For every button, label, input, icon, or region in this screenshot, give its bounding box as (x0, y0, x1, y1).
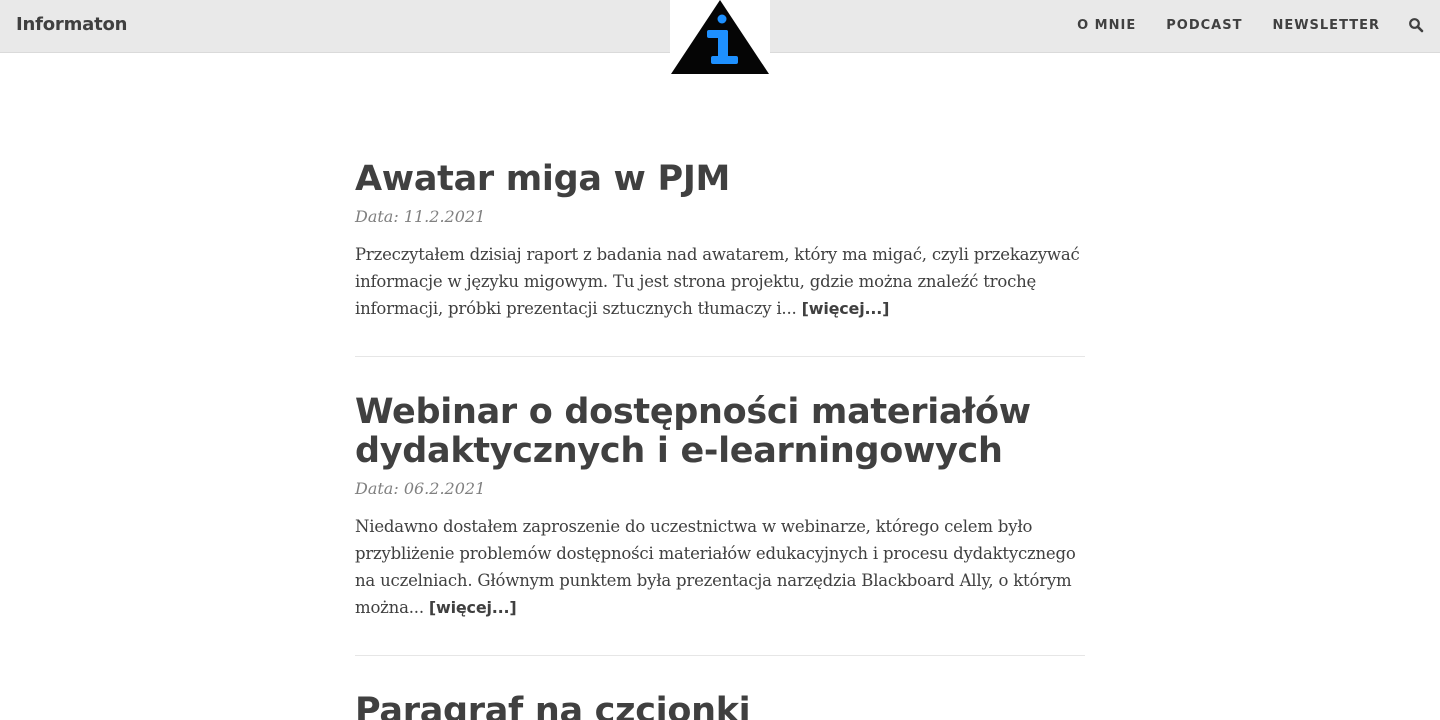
nav-link-o-mnie[interactable]: O MNIE (1077, 18, 1136, 33)
info-triangle-logo-icon (671, 0, 769, 74)
post-date: Data: 06.2.2021 (355, 479, 486, 498)
post-title[interactable]: Paragraf na czcionki (355, 692, 1085, 720)
read-more-link[interactable]: [więcej...] (802, 299, 890, 318)
site-logo[interactable] (670, 0, 770, 76)
search-icon (1409, 18, 1424, 33)
post-list: Awatar miga w PJM Data: 11.2.2021 Przecz… (355, 160, 1085, 720)
post-excerpt: Niedawno dostałem zaproszenie do uczestn… (355, 513, 1085, 655)
main-nav: O MNIE PODCAST NEWSLETTER (1077, 18, 1380, 33)
post-title[interactable]: Webinar o dostępności materiałów dydakty… (355, 393, 1085, 471)
post-preview: Awatar miga w PJM Data: 11.2.2021 Przecz… (355, 160, 1085, 357)
search-button[interactable] (1408, 17, 1424, 33)
post-date: Data: 11.2.2021 (355, 207, 486, 226)
post-preview: Paragraf na czcionki (355, 692, 1085, 720)
read-more-link[interactable]: [więcej...] (429, 598, 517, 617)
brand-link[interactable]: Informaton (16, 14, 127, 35)
navbar: Informaton O MNIE PODCAST NEWSLETTER (0, 0, 1440, 76)
nav-link-newsletter[interactable]: NEWSLETTER (1272, 18, 1380, 33)
post-preview: Webinar o dostępności materiałów dydakty… (355, 393, 1085, 656)
nav-link-podcast[interactable]: PODCAST (1166, 18, 1242, 33)
post-excerpt: Przeczytałem dzisiaj raport z badania na… (355, 241, 1085, 356)
post-title[interactable]: Awatar miga w PJM (355, 160, 1085, 199)
post-excerpt-text: Przeczytałem dzisiaj raport z badania na… (355, 245, 1080, 318)
